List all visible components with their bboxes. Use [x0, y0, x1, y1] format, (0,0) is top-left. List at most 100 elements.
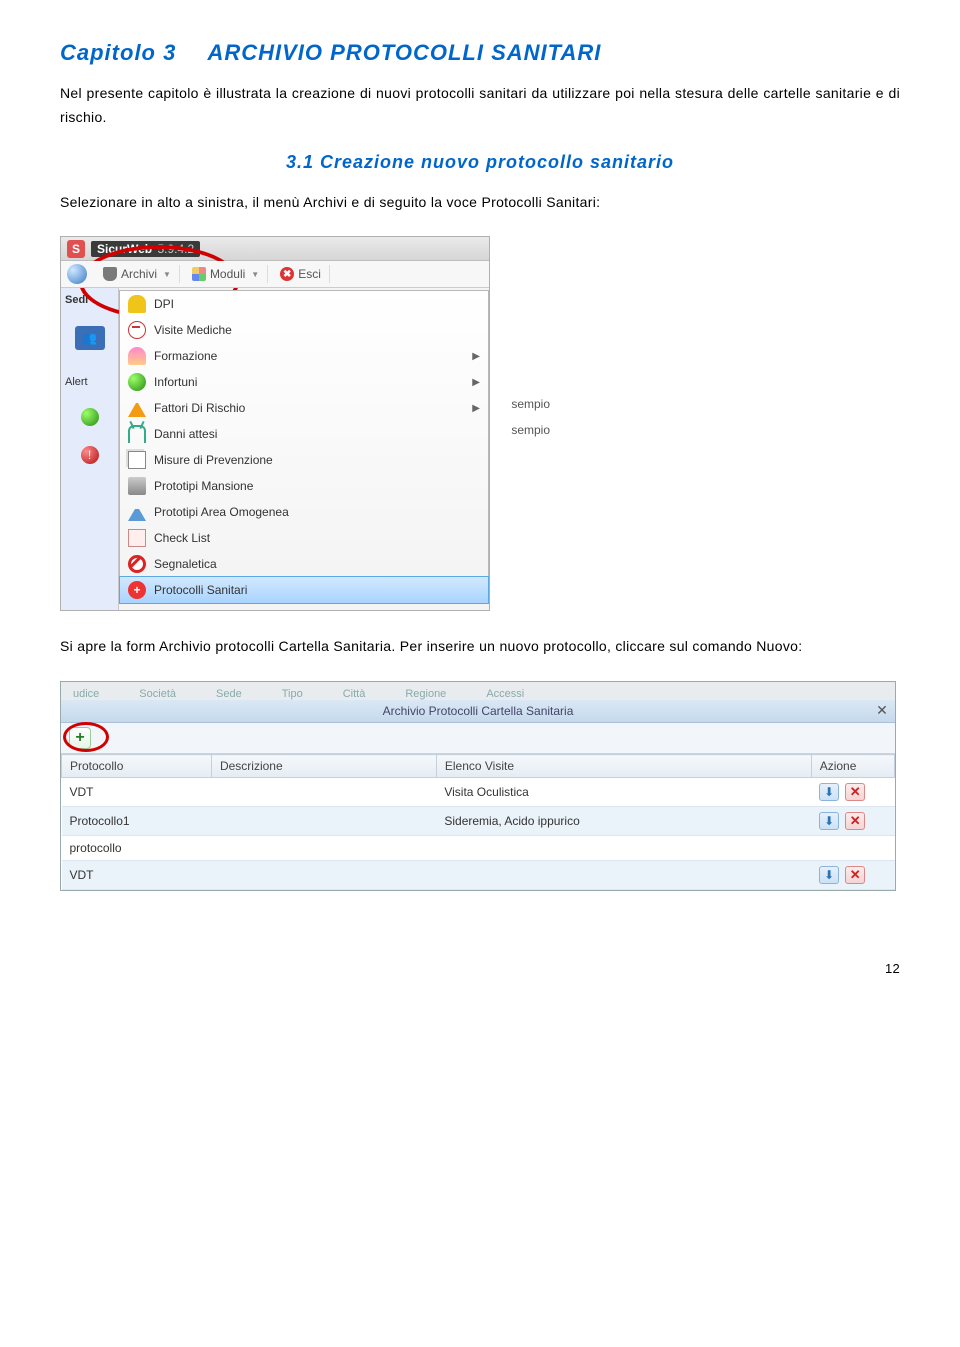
table-cell: Sideremia, Acido ippurico — [436, 807, 811, 836]
app-version: 5.9.4.2 — [157, 242, 194, 256]
table-cell: VDT — [62, 778, 212, 807]
app-name-text: SicurWeb — [97, 242, 152, 256]
table-row[interactable]: VDT⬇✕ — [62, 861, 895, 890]
app-logo-icon: S — [67, 240, 85, 258]
danni-icon — [128, 425, 146, 443]
table-cell — [211, 807, 436, 836]
toolbar-esci-label: Esci — [298, 267, 321, 281]
app-toolbar: Archivi ▼ Moduli ▼ ✖ Esci — [61, 261, 489, 288]
toolbar-archivi[interactable]: Archivi ▼ — [95, 265, 180, 283]
menu-item-label: DPI — [154, 297, 174, 311]
app-titlebar: S SicurWeb 5.9.4.2 — [61, 237, 489, 261]
menu-item-danni-attesi[interactable]: Danni attesisempio — [120, 421, 488, 447]
moduli-icon — [192, 267, 206, 281]
ghost-tab: udice — [73, 688, 99, 700]
table-row[interactable]: VDTVisita Oculistica⬇✕ — [62, 778, 895, 807]
globe-icon[interactable] — [67, 264, 87, 284]
doc-icon — [128, 451, 146, 469]
menu-item-visite-mediche[interactable]: Visite Mediche — [120, 317, 488, 343]
sidebar-alert-label: Alert — [65, 376, 88, 388]
screenshot-protocolli-grid: udiceSocietàSedeTipoCittàRegioneAccessi … — [60, 681, 900, 891]
column-header[interactable]: Protocollo — [62, 755, 212, 778]
area-icon — [128, 503, 146, 521]
menu-side-tag: sempio — [511, 397, 550, 411]
table-cell — [211, 861, 436, 890]
menu-item-label: Danni attesi — [154, 427, 217, 441]
download-button[interactable]: ⬇ — [819, 812, 839, 830]
toolbar-moduli[interactable]: Moduli ▼ — [184, 265, 268, 283]
menu-item-prototipi-mansione[interactable]: Prototipi Mansione — [120, 473, 488, 499]
section-number: 3.1 — [286, 152, 314, 172]
ghost-tab: Accessi — [486, 688, 524, 700]
download-button[interactable]: ⬇ — [819, 783, 839, 801]
menu-side-tag: sempio — [511, 423, 550, 437]
status-red-icon[interactable]: ! — [81, 446, 99, 464]
table-cell — [436, 836, 811, 861]
visite-icon — [128, 321, 146, 339]
menu-item-label: Infortuni — [154, 375, 197, 389]
menu-item-label: Visite Mediche — [154, 323, 232, 337]
chapter-heading: Capitolo 3 ARCHIVIO PROTOCOLLI SANITARI — [60, 40, 900, 66]
download-button[interactable]: ⬇ — [819, 866, 839, 884]
delete-button[interactable]: ✕ — [845, 783, 865, 801]
sidebar-sedi-label: Sedi — [65, 294, 88, 306]
submenu-arrow-icon: ▶ — [472, 377, 480, 388]
menu-item-label: Protocolli Sanitari — [154, 583, 247, 597]
grid-title-bar: Archivio Protocolli Cartella Sanitaria ✕ — [61, 700, 895, 723]
menu-item-infortuni[interactable]: Infortuni ▶ — [120, 369, 488, 395]
menu-item-segnaletica[interactable]: Segnaletica — [120, 551, 488, 577]
ghost-tab: Tipo — [282, 688, 303, 700]
action-cell: ⬇✕ — [811, 778, 894, 807]
paragraph-3: Si apre la form Archivio protocolli Cart… — [60, 635, 900, 659]
menu-item-check-list[interactable]: Check List — [120, 525, 488, 551]
plus-icon: + — [128, 581, 146, 599]
delete-button[interactable]: ✕ — [845, 866, 865, 884]
menu-item-formazione[interactable]: Formazione▶ — [120, 343, 488, 369]
chevron-down-icon: ▼ — [251, 270, 259, 279]
menu-item-misure-di-prevenzione[interactable]: Misure di Prevenzione — [120, 447, 488, 473]
table-cell: Protocollo1 — [62, 807, 212, 836]
menu-item-dpi[interactable]: DPI — [120, 291, 488, 317]
delete-button[interactable]: ✕ — [845, 812, 865, 830]
menu-item-label: Prototipi Area Omogenea — [154, 505, 289, 519]
status-green-icon[interactable] — [81, 408, 99, 426]
column-header[interactable]: Azione — [811, 755, 894, 778]
toolbar-esci[interactable]: ✖ Esci — [272, 265, 330, 283]
menu-item-label: Check List — [154, 531, 210, 545]
page-number: 12 — [60, 961, 900, 976]
ghost-tab: Città — [343, 688, 366, 700]
app-name: SicurWeb 5.9.4.2 — [91, 241, 200, 257]
table-cell: protocollo — [62, 836, 212, 861]
archivi-dropdown-menu: DPI Visite Mediche Formazione▶ Infortuni ▶ Fa… — [119, 290, 489, 604]
ghost-tab: Società — [139, 688, 176, 700]
toolbar-archivi-label: Archivi — [121, 267, 157, 281]
menu-item-fattori-di-rischio[interactable]: Fattori Di Rischio▶sempio — [120, 395, 488, 421]
form-icon — [128, 347, 146, 365]
table-cell: Visita Oculistica — [436, 778, 811, 807]
inf-icon — [128, 373, 146, 391]
table-row[interactable]: protocollo — [62, 836, 895, 861]
menu-item-protocolli-sanitari[interactable]: + Protocolli Sanitari — [119, 576, 489, 604]
menu-item-label: Formazione — [154, 349, 217, 363]
menu-item-label: Segnaletica — [154, 557, 217, 571]
ghost-tab: Sede — [216, 688, 242, 700]
table-row[interactable]: Protocollo1Sideremia, Acido ippurico⬇✕ — [62, 807, 895, 836]
close-icon[interactable]: ✕ — [875, 703, 889, 717]
ghost-tab: Regione — [405, 688, 446, 700]
menu-item-prototipi-area-omogenea[interactable]: Prototipi Area Omogenea — [120, 499, 488, 525]
menu-item-label: Fattori Di Rischio — [154, 401, 245, 415]
toolbar-moduli-label: Moduli — [210, 267, 245, 281]
fatt-icon — [128, 399, 146, 417]
menu-item-label: Misure di Prevenzione — [154, 453, 273, 467]
esci-icon: ✖ — [280, 267, 294, 281]
dpi-icon — [128, 295, 146, 313]
column-header[interactable]: Descrizione — [211, 755, 436, 778]
paragraph-2: Selezionare in alto a sinistra, il menù … — [60, 191, 900, 215]
sedi-icon[interactable]: 👥 — [75, 326, 105, 350]
table-cell — [211, 836, 436, 861]
background-column-tabs: udice Società Sede Tipo Città Regione Accessi — [61, 682, 895, 700]
action-cell: ⬇✕ — [811, 807, 894, 836]
table-cell — [211, 778, 436, 807]
column-header[interactable]: Elenco Visite — [436, 755, 811, 778]
chapter-title: ARCHIVIO PROTOCOLLI SANITARI — [207, 40, 601, 65]
